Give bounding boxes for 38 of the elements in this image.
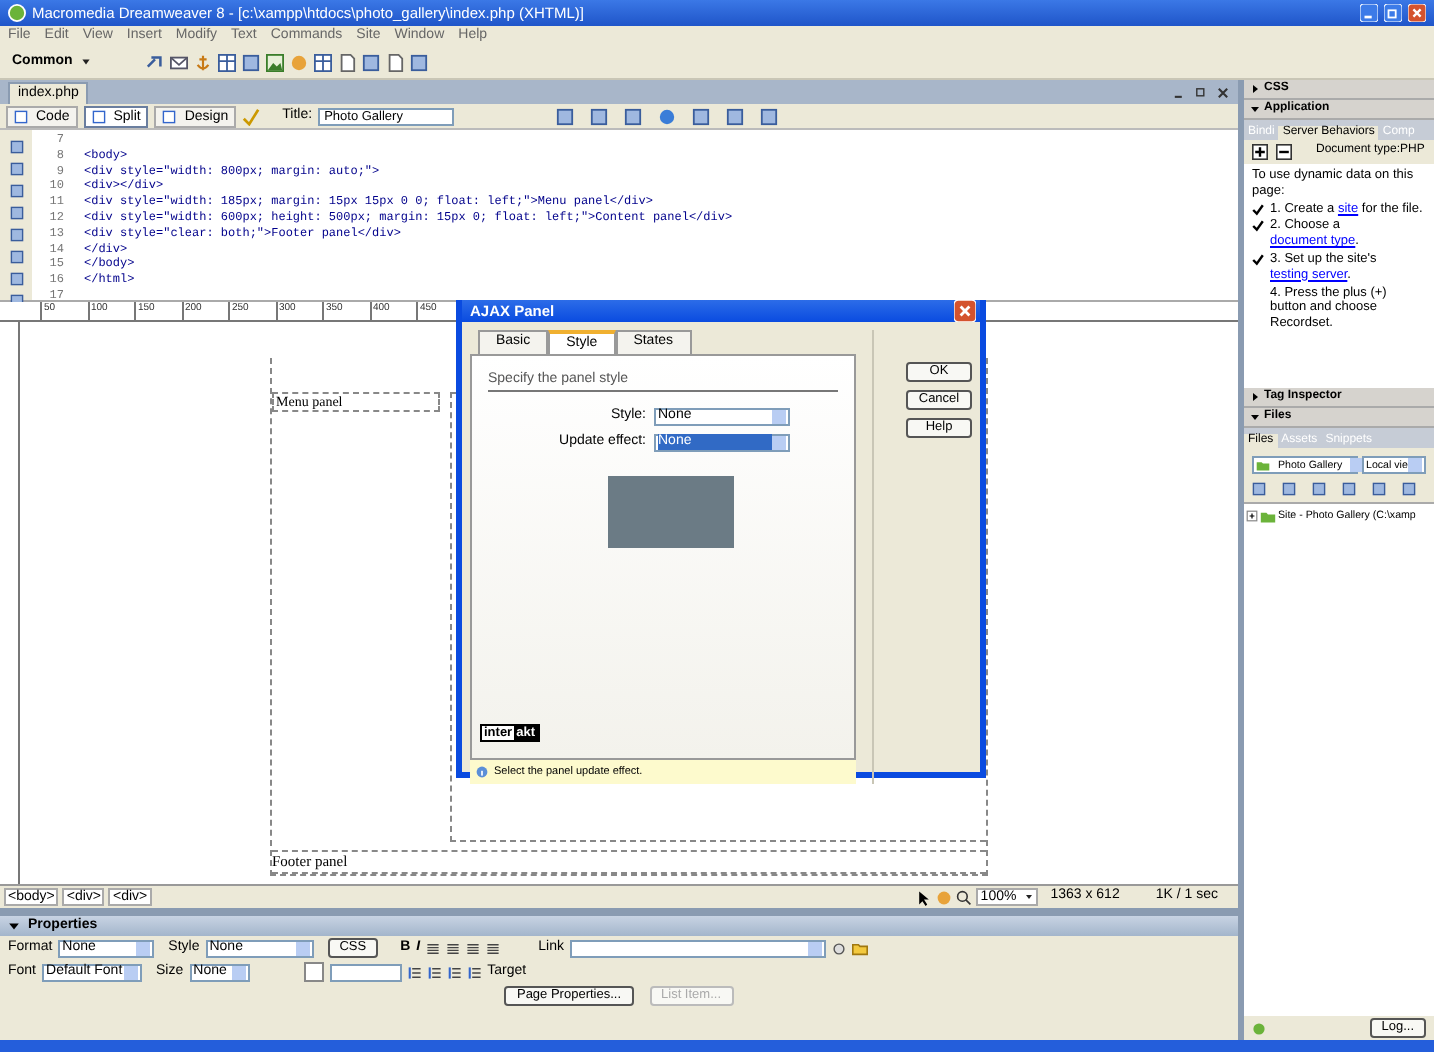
collapsed-arrow-icon[interactable] bbox=[1250, 392, 1260, 402]
image-icon[interactable] bbox=[266, 53, 285, 71]
page-icon bbox=[91, 109, 106, 123]
folder-icon[interactable] bbox=[1256, 458, 1270, 472]
expanded-arrow-icon[interactable] bbox=[1250, 412, 1260, 422]
caret-icon[interactable] bbox=[80, 55, 93, 68]
app-logo-icon[interactable] bbox=[8, 4, 26, 22]
restore-icon[interactable] bbox=[1194, 85, 1208, 99]
plus-icon[interactable] bbox=[1252, 144, 1268, 160]
table-icon[interactable] bbox=[218, 53, 237, 71]
page-icon bbox=[162, 109, 177, 123]
preview-area bbox=[608, 475, 734, 548]
minimize-icon[interactable] bbox=[1360, 4, 1378, 22]
folder-icon[interactable] bbox=[851, 940, 868, 956]
info-icon[interactable] bbox=[476, 766, 488, 779]
link-field[interactable] bbox=[569, 939, 826, 957]
hyperlink-icon[interactable] bbox=[146, 53, 165, 71]
collapsed-arrow-icon[interactable] bbox=[1250, 84, 1260, 94]
expand-plus-icon[interactable] bbox=[1246, 510, 1258, 522]
outdent-icon[interactable] bbox=[447, 965, 462, 979]
email-icon[interactable] bbox=[170, 53, 189, 71]
align-left-icon[interactable] bbox=[426, 941, 441, 955]
ordered-list-icon[interactable] bbox=[427, 965, 442, 979]
color-field[interactable] bbox=[329, 963, 402, 981]
justify-icon[interactable] bbox=[486, 941, 501, 955]
expanded-arrow-icon[interactable] bbox=[1250, 104, 1260, 114]
align-right-icon[interactable] bbox=[466, 941, 481, 955]
align-center-icon[interactable] bbox=[446, 941, 461, 955]
zoom-icon[interactable] bbox=[956, 889, 973, 905]
caret-icon[interactable] bbox=[1024, 892, 1035, 902]
close-icon[interactable] bbox=[1216, 85, 1230, 99]
unordered-list-icon[interactable] bbox=[407, 965, 422, 979]
page-icon bbox=[14, 109, 28, 123]
check-page-icon[interactable] bbox=[242, 107, 261, 125]
color-picker[interactable] bbox=[303, 962, 324, 982]
pointer-icon[interactable] bbox=[916, 889, 933, 905]
expand-arrow-icon[interactable] bbox=[8, 920, 20, 932]
minus-icon[interactable] bbox=[1276, 144, 1292, 160]
